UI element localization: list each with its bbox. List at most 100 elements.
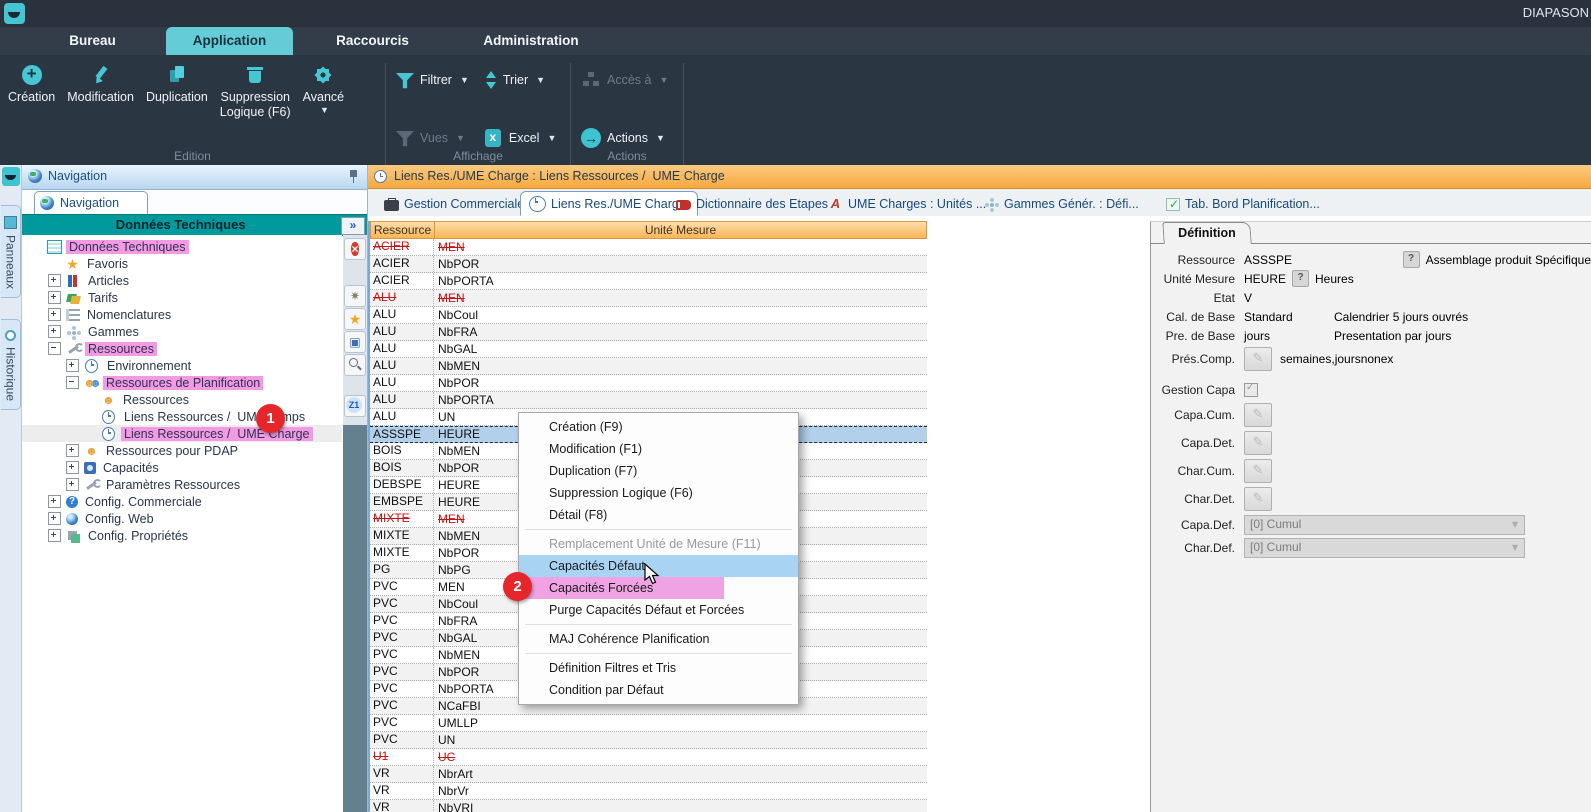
tree-expander-icon[interactable] (66, 444, 79, 457)
tree-tool-favorite-button[interactable] (344, 308, 366, 330)
tree-item-environnement[interactable]: Environnement (22, 357, 342, 374)
menu-item-suppression-logique-f6[interactable]: Suppression Logique (F6) (519, 482, 798, 504)
table-row[interactable]: ACIERMEN (370, 239, 927, 256)
menu-item-purge-capacit-s-d-faut-et-forc-es[interactable]: Purge Capacités Défaut et Forcées (519, 599, 798, 621)
tree-item-ressources-pour-pdap[interactable]: Ressources pour PDAP (22, 442, 342, 459)
cell-unite-mesure: NbPOR (434, 376, 927, 391)
ribbon-button-suppression[interactable]: SuppressionLogique (F6) (214, 63, 297, 122)
doc-tab-tab-bord-planification[interactable]: Tab. Bord Planification... (1158, 192, 1328, 216)
table-row[interactable]: ALUNbFRA (370, 324, 927, 341)
field-dropdown[interactable]: [0] Cumul (1244, 515, 1525, 535)
tree-item-liens-ressources-ume-temps[interactable]: Liens Ressources / UME Temps (22, 408, 342, 425)
tree-expander-icon[interactable] (48, 529, 61, 542)
main-tab-bureau[interactable]: Bureau (45, 27, 140, 55)
table-row[interactable]: ALUNbPORTA (370, 392, 927, 409)
ribbon-button-modification[interactable]: Modification (61, 63, 140, 107)
tree-expander-icon[interactable] (66, 376, 79, 389)
tree-item-liens-ressources-ume-charge[interactable]: Liens Ressources / UME Charge (22, 425, 342, 442)
doc-tab-dictionnaire-des-etapes[interactable]: Dictionnaire des Etapes (668, 192, 836, 216)
table-row[interactable]: ALUNbMEN (370, 358, 927, 375)
ribbon-button-actions[interactable]: Actions▼ (581, 127, 668, 149)
table-row[interactable]: ALUNbCoul (370, 307, 927, 324)
edit-hand-button[interactable] (1244, 459, 1272, 483)
tree-expander-icon[interactable] (48, 308, 61, 321)
tree-item-config-web[interactable]: Config. Web (22, 510, 342, 527)
tree-expander-icon[interactable] (48, 274, 61, 287)
menu-item-d-tail-f8[interactable]: Détail (F8) (519, 504, 798, 526)
menu-item-capacit-s-forc-es[interactable]: Capacités Forcées (519, 577, 724, 599)
doc-tab-gammes-g-n-r-d-fi[interactable]: Gammes Génér. : Défi... (976, 192, 1147, 216)
tree-expander-icon[interactable] (66, 359, 79, 372)
ribbon-button-trier[interactable]: Trier▼ (483, 69, 557, 91)
tree-tool-close-button[interactable] (344, 238, 366, 260)
side-tab-panneaux[interactable]: Panneaux (1, 205, 21, 298)
main-tab-administration[interactable]: Administration (475, 27, 587, 55)
gestion-capa-checkbox[interactable] (1244, 383, 1258, 397)
tree-item-ressources[interactable]: Ressources (22, 391, 342, 408)
column-header-unite-mesure[interactable]: Unité Mesure (435, 222, 926, 238)
table-row[interactable]: VRNbrArt (370, 766, 927, 783)
menu-item-cr-ation-f9[interactable]: Création (F9) (519, 416, 798, 438)
table-row[interactable]: VRNbVRI (370, 800, 927, 812)
tree-expander-icon[interactable] (48, 291, 61, 304)
table-row[interactable]: PVCUN (370, 732, 927, 749)
table-row[interactable]: ACIERNbPORTA (370, 273, 927, 290)
tree-tool-search-button[interactable] (344, 354, 366, 376)
doc-tab-ume-charges-unit-s[interactable]: UME Charges : Unités ... (820, 192, 994, 216)
tree-expander-icon[interactable] (48, 512, 61, 525)
tree-tool-screen-button[interactable] (344, 331, 366, 353)
expand-band-button[interactable]: » (341, 217, 365, 235)
column-header-ressource[interactable]: Ressource (371, 222, 435, 238)
tab-navigation[interactable]: Navigation (34, 191, 148, 214)
ribbon-button-avanc[interactable]: Avancé▼ (297, 63, 350, 117)
tab-definition[interactable]: Définition (1162, 222, 1252, 244)
tree-item-config-commerciale[interactable]: Config. Commerciale (22, 493, 342, 510)
tree-expander-icon[interactable] (66, 461, 79, 474)
side-tab-historique[interactable]: Historique (1, 319, 21, 410)
tree-item-donn-es-techniques[interactable]: Données Techniques (22, 238, 342, 255)
tree-item-articles[interactable]: Articles (22, 272, 342, 289)
menu-item-duplication-f7[interactable]: Duplication (F7) (519, 460, 798, 482)
tree-item-param-tres-ressources[interactable]: Paramètres Ressources (22, 476, 342, 493)
tree-expander-icon[interactable] (48, 325, 61, 338)
tree-item-capacit-s[interactable]: Capacités (22, 459, 342, 476)
tree-tool-compass-button[interactable] (344, 285, 366, 307)
tree-item-ressources-de-planification[interactable]: Ressources de Planification (22, 374, 342, 391)
menu-item-condition-par-d-faut[interactable]: Condition par Défaut (519, 679, 798, 701)
tree-item-nomenclatures[interactable]: Nomenclatures (22, 306, 342, 323)
ribbon-button-excel[interactable]: Excel▼ (483, 127, 557, 149)
edit-hand-button[interactable] (1244, 431, 1272, 455)
ribbon-button-duplication[interactable]: Duplication (140, 63, 214, 107)
tree-item-tarifs[interactable]: Tarifs (22, 289, 342, 306)
table-row[interactable]: ALUNbPOR (370, 375, 927, 392)
table-row[interactable]: ACIERNbPOR (370, 256, 927, 273)
menu-item-maj-coh-rence-planification[interactable]: MAJ Cohérence Planification (519, 628, 798, 650)
tree-item-ressources[interactable]: Ressources (22, 340, 342, 357)
table-row[interactable]: U1UC (370, 749, 927, 766)
help-button[interactable] (1403, 251, 1420, 268)
pin-icon[interactable] (349, 170, 358, 183)
tree-item-favoris[interactable]: Favoris (22, 255, 342, 272)
main-tab-application[interactable]: Application (166, 27, 293, 55)
ribbon-button-cr-ation[interactable]: Création (2, 63, 61, 107)
menu-item-modification-f1[interactable]: Modification (F1) (519, 438, 798, 460)
table-row[interactable]: ALUNbGAL (370, 341, 927, 358)
edit-hand-button[interactable] (1244, 347, 1272, 371)
main-tab-raccourcis[interactable]: Raccourcis (330, 27, 415, 55)
field-dropdown[interactable]: [0] Cumul (1244, 538, 1525, 558)
menu-item-d-finition-filtres-et-tris[interactable]: Définition Filtres et Tris (519, 657, 798, 679)
tree-tool-z1-button[interactable]: Z1 (344, 395, 366, 417)
tree-expander-icon[interactable] (66, 478, 79, 491)
tree-item-config-propri-t-s[interactable]: Config. Propriétés (22, 527, 342, 544)
tree-item-gammes[interactable]: Gammes (22, 323, 342, 340)
help-button[interactable] (1292, 270, 1309, 287)
ribbon-button-filtrer[interactable]: Filtrer▼ (396, 69, 469, 91)
favorite-icon (349, 311, 362, 327)
edit-hand-button[interactable] (1244, 403, 1272, 427)
table-row[interactable]: PVCUMLLP (370, 715, 927, 732)
table-row[interactable]: ALUMEN (370, 290, 927, 307)
tree-expander-icon[interactable] (48, 342, 61, 355)
table-row[interactable]: VRNbrVr (370, 783, 927, 800)
tree-expander-icon[interactable] (48, 495, 61, 508)
edit-hand-button[interactable] (1244, 487, 1272, 511)
